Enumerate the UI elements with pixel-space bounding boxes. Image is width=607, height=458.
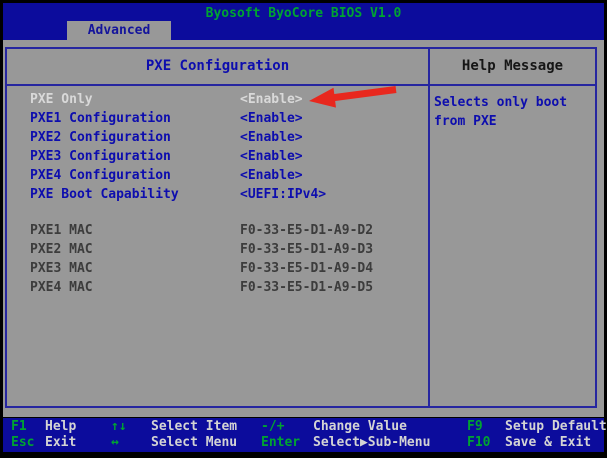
menu-item-pxe1-configuration[interactable]: PXE1 Configuration <Enable> xyxy=(7,111,428,130)
key-esc-label: Exit xyxy=(45,435,76,450)
key-f9-label: Setup Defaults xyxy=(505,419,607,434)
menu-item-label: PXE Only xyxy=(30,92,93,107)
help-text-line: from PXE xyxy=(434,112,591,131)
key-hint-group: ↑↓Select Item ↔Select Menu xyxy=(111,419,237,451)
key-hint-group: F9Setup Defaults F10Save & Exit xyxy=(467,419,607,451)
menu-item-label: PXE Boot Capability xyxy=(30,187,179,202)
key-f1: F1 xyxy=(11,419,45,435)
key-f9: F9 xyxy=(467,419,505,435)
menu-item-value[interactable]: <UEFI:IPv4> xyxy=(240,187,326,202)
menu-item-pxe-boot-capability[interactable]: PXE Boot Capability <UEFI:IPv4> xyxy=(7,187,428,206)
menu-item-label: PXE1 Configuration xyxy=(30,111,171,126)
mac-row-pxe1: PXE1 MAC F0-33-E5-D1-A9-D2 xyxy=(7,223,428,242)
menu-item-pxe4-configuration[interactable]: PXE4 Configuration <Enable> xyxy=(7,168,428,187)
mac-label: PXE3 MAC xyxy=(30,261,93,276)
key-leftright-icon: ↔ xyxy=(111,435,151,451)
mac-value: F0-33-E5-D1-A9-D4 xyxy=(240,261,373,276)
menu-item-value[interactable]: <Enable> xyxy=(240,130,303,145)
menu-item-label: PXE2 Configuration xyxy=(30,130,171,145)
menu-item-label: PXE4 Configuration xyxy=(30,168,171,183)
tab-advanced[interactable]: Advanced xyxy=(67,21,171,40)
key-hint-group: -/+Change Value EnterSelect▶Sub-Menu xyxy=(261,419,430,451)
mac-label: PXE1 MAC xyxy=(30,223,93,238)
menu-list: PXE Only <Enable> PXE1 Configuration <En… xyxy=(7,86,428,299)
menu-item-label: PXE3 Configuration xyxy=(30,149,171,164)
menu-item-pxe-only[interactable]: PXE Only <Enable> xyxy=(7,92,428,111)
page-title: PXE Configuration xyxy=(7,49,428,86)
key-updown-label: Select Item xyxy=(151,419,237,434)
mac-label: PXE2 MAC xyxy=(30,242,93,257)
menu-item-value[interactable]: <Enable> xyxy=(240,111,303,126)
menu-item-value[interactable]: <Enable> xyxy=(240,92,303,107)
mac-row-pxe3: PXE3 MAC F0-33-E5-D1-A9-D4 xyxy=(7,261,428,280)
mac-row-pxe2: PXE2 MAC F0-33-E5-D1-A9-D3 xyxy=(7,242,428,261)
key-enter: Enter xyxy=(261,435,313,451)
key-f10-label: Save & Exit xyxy=(505,435,591,450)
help-title: Help Message xyxy=(430,49,595,86)
mac-value: F0-33-E5-D1-A9-D3 xyxy=(240,242,373,257)
key-f1-label: Help xyxy=(45,419,76,434)
key-hint-group: F1Help EscExit xyxy=(11,419,76,451)
setup-panel: PXE Configuration PXE Only <Enable> PXE1… xyxy=(5,47,597,408)
mac-address-list: PXE1 MAC F0-33-E5-D1-A9-D2 PXE2 MAC F0-3… xyxy=(7,223,428,299)
menu-item-pxe2-configuration[interactable]: PXE2 Configuration <Enable> xyxy=(7,130,428,149)
mac-row-pxe4: PXE4 MAC F0-33-E5-D1-A9-D5 xyxy=(7,280,428,299)
key-minus-plus-label: Change Value xyxy=(313,419,407,434)
key-updown-icon: ↑↓ xyxy=(111,419,151,435)
mac-value: F0-33-E5-D1-A9-D5 xyxy=(240,280,373,295)
menu-item-value[interactable]: <Enable> xyxy=(240,149,303,164)
key-f10: F10 xyxy=(467,435,505,451)
mac-label: PXE4 MAC xyxy=(30,280,93,295)
menu-item-value[interactable]: <Enable> xyxy=(240,168,303,183)
key-minus-plus: -/+ xyxy=(261,419,313,435)
key-hint-bar: F1Help EscExit ↑↓Select Item ↔Select Men… xyxy=(3,418,604,452)
mac-value: F0-33-E5-D1-A9-D2 xyxy=(240,223,373,238)
help-text-line: Selects only boot xyxy=(434,93,591,112)
key-esc: Esc xyxy=(11,435,45,451)
help-pane: Help Message Selects only boot from PXE xyxy=(430,49,595,406)
bios-title: Byosoft ByoCore BIOS V1.0 xyxy=(3,6,604,21)
configuration-pane: PXE Configuration PXE Only <Enable> PXE1… xyxy=(7,49,430,406)
key-leftright-label: Select Menu xyxy=(151,435,237,450)
key-enter-label: Select▶Sub-Menu xyxy=(313,435,430,450)
menu-item-pxe3-configuration[interactable]: PXE3 Configuration <Enable> xyxy=(7,149,428,168)
help-text: Selects only boot from PXE xyxy=(430,86,595,131)
